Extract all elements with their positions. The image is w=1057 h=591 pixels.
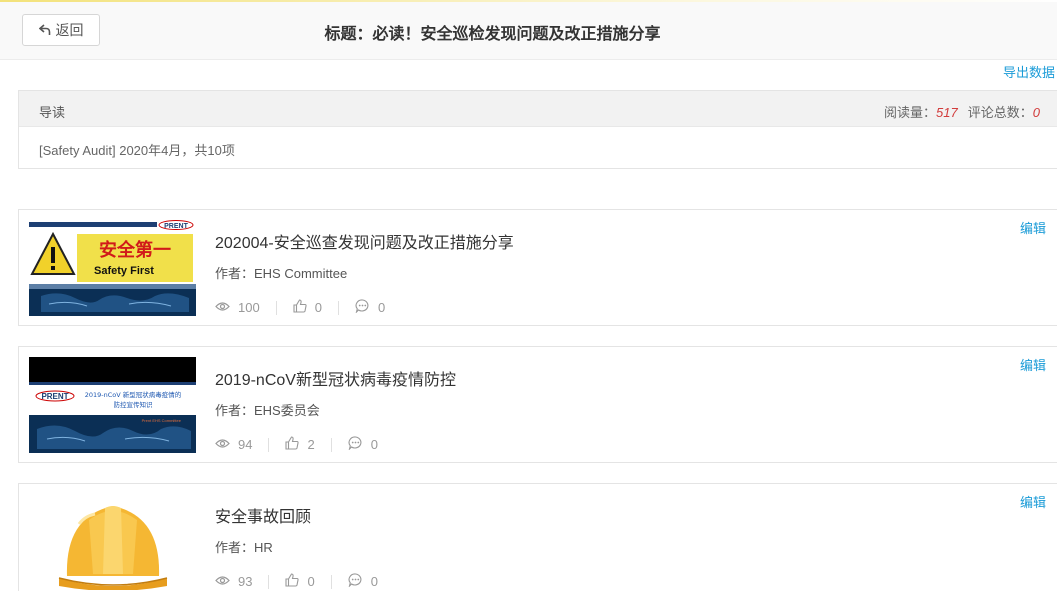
- like-button[interactable]: 0: [293, 299, 322, 316]
- views-count: 94: [238, 437, 253, 452]
- article-author: 作者：HR: [215, 540, 273, 555]
- read-count-value: 517: [936, 105, 958, 120]
- edit-link[interactable]: 编辑: [1020, 218, 1046, 237]
- thumb-banner-cn: 安全第一: [99, 239, 171, 261]
- views-stat: 93: [215, 574, 252, 589]
- comment-count-label: 评论总数：: [967, 105, 1033, 120]
- read-count-label: 阅读量：: [884, 105, 937, 120]
- thumbs-up-icon: [285, 573, 300, 590]
- article-meta: 94 2 0: [215, 436, 378, 453]
- page-header: 返回 标题：必读！安全巡检发现问题及改正措施分享: [0, 2, 1057, 60]
- meta-divider: [268, 574, 270, 589]
- likes-count: 2: [307, 437, 315, 452]
- article-card[interactable]: PRENT 2019-nCoV 新型冠状病毒疫情的 防控宣传知识 Prent E…: [18, 346, 1057, 463]
- article-title[interactable]: 202004-安全巡查发现问题及改正措施分享: [215, 229, 514, 253]
- thumbs-up-icon: [293, 299, 307, 316]
- views-count: 100: [238, 300, 260, 315]
- comment-button[interactable]: 0: [348, 573, 378, 590]
- views-count: 93: [238, 574, 253, 589]
- guide-summary: [Safety Audit] 2020年4月，共10项: [39, 143, 235, 158]
- article-card[interactable]: 安全事故回顾 作者：HR 93 0 0 编辑: [18, 483, 1057, 591]
- export-data-link[interactable]: 导出数据: [1003, 62, 1055, 81]
- comment-count-value: 0: [1032, 105, 1040, 120]
- comment-bubble-icon: [348, 436, 363, 453]
- guide-title: 导读: [39, 105, 66, 120]
- views-stat: 94: [215, 437, 252, 452]
- eye-icon: [215, 574, 230, 589]
- eye-icon: [215, 437, 230, 452]
- article-thumbnail[interactable]: PRENT 2019-nCoV 新型冠状病毒疫情的 防控宣传知识 Prent E…: [29, 357, 196, 453]
- article-author: 作者：EHS Committee: [215, 266, 348, 281]
- like-button[interactable]: 2: [285, 436, 315, 453]
- like-button[interactable]: 0: [285, 573, 315, 590]
- article-author: 作者：EHS委员会: [215, 403, 320, 418]
- comments-count: 0: [370, 437, 378, 452]
- article-title[interactable]: 安全事故回顾: [215, 503, 311, 527]
- likes-count: 0: [307, 574, 315, 589]
- thumb-brand-text: PRENT: [164, 223, 188, 230]
- views-stat: 100: [215, 300, 260, 315]
- hard-hat-icon: [29, 494, 196, 590]
- thumb-footer-text: Prent EHS Committee: [142, 418, 182, 423]
- article-card[interactable]: PRENT 安全第一 Safety First 202004-安全巡查发现问题及…: [18, 209, 1057, 326]
- comments-count: 0: [370, 574, 378, 589]
- guide-panel: 导读 阅读量：517 评论总数：0 [Safety Audit] 2020年4月，…: [18, 90, 1057, 169]
- page-title: 标题：必读！安全巡检发现问题及改正措施分享: [324, 26, 661, 43]
- comment-button[interactable]: 0: [348, 436, 378, 453]
- thumb-banner-en: Safety First: [94, 265, 154, 277]
- comment-bubble-icon: [348, 573, 363, 590]
- meta-divider: [330, 574, 332, 589]
- article-meta: 93 0 0: [215, 573, 378, 590]
- meta-divider: [330, 437, 332, 452]
- article-title[interactable]: 2019-nCoV新型冠状病毒疫情防控: [215, 366, 456, 390]
- guide-panel-header: 导读 阅读量：517 评论总数：0: [19, 91, 1057, 127]
- thumbs-up-icon: [285, 436, 300, 453]
- likes-count: 0: [314, 300, 322, 315]
- article-thumbnail[interactable]: [29, 494, 196, 590]
- guide-stats: 阅读量：517 评论总数：0: [884, 102, 1040, 121]
- article-meta: 100 0 0: [215, 299, 385, 316]
- article-thumbnail[interactable]: PRENT 安全第一 Safety First: [29, 220, 196, 316]
- edit-link[interactable]: 编辑: [1020, 492, 1046, 511]
- eye-icon: [215, 300, 230, 315]
- thumb-banner-line2: 防控宣传知识: [114, 400, 154, 409]
- thumb-brand-text: PRENT: [41, 392, 68, 401]
- meta-divider: [268, 437, 270, 452]
- comment-button[interactable]: 0: [355, 299, 385, 316]
- comments-count: 0: [377, 300, 386, 315]
- edit-link[interactable]: 编辑: [1020, 355, 1046, 374]
- comment-bubble-icon: [355, 299, 370, 316]
- meta-divider: [337, 300, 339, 315]
- meta-divider: [275, 300, 277, 315]
- thumb-banner-line1: 2019-nCoV 新型冠状病毒疫情的: [85, 390, 182, 399]
